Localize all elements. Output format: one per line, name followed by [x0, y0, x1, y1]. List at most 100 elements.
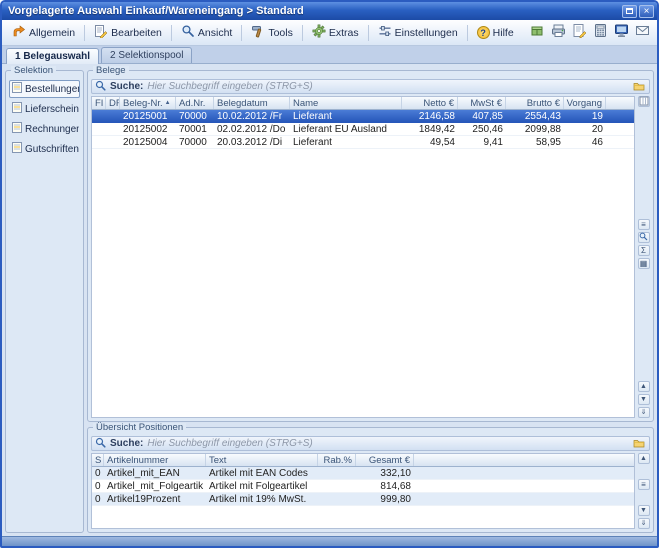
- row-details-button[interactable]: ≡: [638, 479, 650, 490]
- toolbar-separator: [368, 25, 369, 41]
- list-item[interactable]: 0 Artikel_mit_EAN Artikel mit EAN Codes …: [92, 467, 634, 480]
- toolbar-label: Ansicht: [198, 27, 232, 39]
- positionen-searchbar: Suche:: [91, 436, 650, 451]
- belege-group-title: Belege: [93, 66, 129, 76]
- belege-search-input[interactable]: [147, 80, 628, 93]
- scroll-down-button[interactable]: ▼: [638, 505, 650, 516]
- column-header-adnr[interactable]: Ad.Nr.: [176, 97, 214, 109]
- statusbar: [2, 536, 657, 546]
- monitor-button[interactable]: [613, 24, 630, 41]
- column-header-filler: [606, 97, 634, 109]
- package-button[interactable]: [529, 24, 546, 41]
- toolbar-button-tools[interactable]: Tools: [245, 21, 299, 44]
- column-header-dr[interactable]: DR: [106, 97, 120, 109]
- table-row[interactable]: 20125004 70000 20.03.2012 /Di Lieferant …: [92, 136, 634, 149]
- belege-group: Belege Suche: FI DR Beleg-Nr.▲: [87, 70, 654, 422]
- column-header-belegdatum[interactable]: Belegdatum: [214, 97, 290, 109]
- print-button[interactable]: [550, 24, 567, 41]
- cell-rab: [318, 493, 356, 505]
- sort-asc-icon: ▲: [165, 100, 171, 106]
- grid-icon: ▦: [640, 260, 648, 268]
- scroll-up-button[interactable]: ▲: [638, 381, 650, 392]
- sidebar-item-rechnungen[interactable]: Rechnungen: [9, 120, 80, 138]
- cell-name: Lieferant: [290, 110, 402, 122]
- calculator-button[interactable]: [592, 24, 609, 41]
- folder-icon: [633, 435, 645, 453]
- toolbar-button-extras[interactable]: Extras: [306, 21, 365, 44]
- column-header-artikelnummer[interactable]: Artikelnummer: [104, 454, 206, 466]
- scroll-end-button[interactable]: ⇓: [638, 407, 650, 418]
- quick-search-button[interactable]: [638, 232, 650, 243]
- table-row[interactable]: 20125002 70001 02.02.2012 /Do Lieferant …: [92, 123, 634, 136]
- toolbar-button-allgemein[interactable]: Allgemein: [6, 21, 81, 44]
- titlebar[interactable]: Vorgelagerte Auswahl Einkauf/Wareneingan…: [2, 2, 657, 20]
- sidebar-item-lieferscheine[interactable]: Lieferscheine: [9, 100, 80, 118]
- table-row[interactable]: 20125001 70000 10.02.2012 /Fr Lieferant …: [92, 110, 634, 123]
- column-header-brutto[interactable]: Brutto €: [506, 97, 564, 109]
- toolbar-label: Allgemein: [29, 27, 75, 39]
- cell-s: 0: [92, 480, 104, 492]
- mail-button[interactable]: [634, 24, 651, 41]
- cell-gesamt: 332,10: [356, 467, 414, 479]
- list-item[interactable]: 0 Artikel_mit_Folgeartik Artikel mit Fol…: [92, 480, 634, 493]
- toolbar-button-hilfe[interactable]: ? Hilfe: [471, 23, 520, 42]
- grid-view-button[interactable]: ▦: [638, 258, 650, 269]
- restore-icon: [626, 8, 633, 14]
- calculator-icon: [593, 23, 608, 43]
- arrow-end-icon: ⇓: [641, 409, 647, 416]
- column-header-gesamt[interactable]: Gesamt €: [356, 454, 414, 466]
- restore-button[interactable]: [622, 5, 637, 18]
- cell-artikelnummer: Artikel19Prozent: [104, 493, 206, 505]
- scroll-up-button[interactable]: ▲: [638, 453, 650, 464]
- tab-belegauswahl[interactable]: 1 Belegauswahl: [6, 48, 99, 64]
- arrow-up-icon: ▲: [640, 455, 647, 462]
- scroll-end-button[interactable]: ⇓: [638, 518, 650, 529]
- note-button[interactable]: [571, 24, 588, 41]
- document-icon: [12, 82, 22, 96]
- belege-table: FI DR Beleg-Nr.▲ Ad.Nr. Belegdatum Name …: [91, 96, 635, 418]
- toolbar-label: Bearbeiten: [111, 27, 162, 39]
- cell-text: Artikel mit EAN Codes: [206, 467, 318, 479]
- search-options-button[interactable]: [632, 438, 646, 450]
- selektion-group: Selektion Bestellungen Lieferscheine Rec…: [5, 70, 84, 533]
- column-header-text[interactable]: Text: [206, 454, 318, 466]
- sidebar-item-bestellungen[interactable]: Bestellungen: [9, 80, 80, 98]
- tabbar: 1 Belegauswahl 2 Selektionspool: [2, 46, 657, 64]
- tab-selektionspool[interactable]: 2 Selektionspool: [101, 47, 192, 63]
- column-header-belegnr[interactable]: Beleg-Nr.▲: [120, 97, 176, 109]
- column-header-rab[interactable]: Rab.%: [318, 454, 356, 466]
- cell-belegnr: 20125001: [120, 110, 176, 122]
- sum-button[interactable]: Σ: [638, 245, 650, 256]
- toolbar-button-ansicht[interactable]: Ansicht: [175, 21, 238, 44]
- column-header-name[interactable]: Name: [290, 97, 402, 109]
- positionen-search-input[interactable]: [147, 437, 628, 450]
- cell-rab: [318, 467, 356, 479]
- column-header-fi[interactable]: FI: [92, 97, 106, 109]
- cell-dr: [106, 110, 120, 122]
- cell-brutto: 58,95: [506, 136, 564, 148]
- mail-icon: [635, 23, 650, 43]
- belege-searchbar: Suche:: [91, 79, 650, 94]
- column-header-mwst[interactable]: MwSt €: [458, 97, 506, 109]
- close-button[interactable]: ×: [639, 5, 654, 18]
- selektion-group-title: Selektion: [11, 66, 56, 76]
- cell-adnr: 70000: [176, 136, 214, 148]
- toolbar-button-einstellungen[interactable]: Einstellungen: [372, 21, 464, 44]
- sum-icon: Σ: [641, 247, 646, 255]
- toolbar-button-bearbeiten[interactable]: Bearbeiten: [88, 21, 168, 44]
- search-icon: [95, 78, 106, 96]
- search-options-button[interactable]: [632, 81, 646, 93]
- sidebar-item-gutschriften[interactable]: Gutschriften: [9, 140, 80, 158]
- column-header-vorgang[interactable]: Vorgang: [564, 97, 606, 109]
- list-item[interactable]: 0 Artikel19Prozent Artikel mit 19% MwSt.…: [92, 493, 634, 506]
- cell-vorgang: 20: [564, 123, 606, 135]
- scroll-down-button[interactable]: ▼: [638, 394, 650, 405]
- column-header-s[interactable]: S: [92, 454, 104, 466]
- cell-belegdatum: 10.02.2012 /Fr: [214, 110, 290, 122]
- row-details-button[interactable]: ≡: [638, 219, 650, 230]
- column-header-netto[interactable]: Netto €: [402, 97, 458, 109]
- close-icon: ×: [644, 6, 650, 17]
- arrow-end-icon: ⇓: [641, 520, 647, 527]
- column-chooser-button[interactable]: [638, 96, 650, 107]
- belege-side-strip: ≡ Σ ▦ ▲ ▼ ⇓: [637, 96, 650, 418]
